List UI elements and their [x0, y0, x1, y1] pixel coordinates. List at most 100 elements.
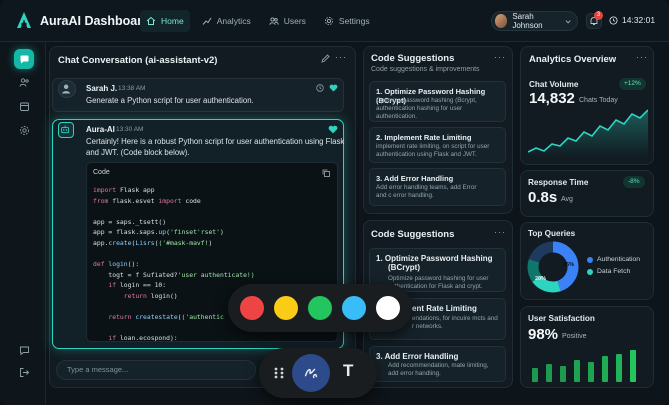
slice-label: 45%: [563, 262, 575, 268]
ai-message-time: 13:30 AM: [116, 126, 144, 133]
gear-icon: [324, 16, 333, 26]
color-swatch-yellow[interactable]: [274, 296, 298, 320]
suggestion-desc: implement rate limiting, on script for u…: [376, 143, 490, 150]
aura-logo-icon: [17, 12, 31, 28]
suggestion-item[interactable]: 3. Add Error Handling Add error handling…: [369, 168, 506, 206]
avatar: [495, 14, 508, 28]
sidebar-item-chat[interactable]: [14, 49, 34, 69]
chat-bubble-icon: [20, 55, 28, 63]
chat-volume-label: Chat Volume: [529, 80, 579, 89]
drag-handle-icon[interactable]: [273, 366, 287, 380]
satisfaction-bars: [532, 350, 636, 382]
notification-badge: 3: [594, 11, 603, 20]
heart-icon[interactable]: [329, 84, 338, 92]
nav-users-label: Users: [283, 16, 306, 26]
edit-icon[interactable]: [321, 54, 330, 63]
heart-icon[interactable]: [328, 125, 338, 134]
chat-volume-value: 14,832: [529, 90, 575, 107]
satisfaction-unit: Positive: [562, 333, 587, 340]
sidebar-item-logout[interactable]: [14, 362, 34, 382]
color-swatch-green[interactable]: [308, 296, 332, 320]
legend-swatch: [587, 256, 593, 263]
suggestion-desc: and c error handling.: [376, 192, 434, 199]
user-name: Sarah Johnson: [512, 12, 543, 30]
suggestion-desc: authentication using Flask and JWT.: [376, 151, 477, 158]
suggestion-desc: authentication.: [376, 113, 417, 120]
suggestion-item[interactable]: 2. Implement Rate Limiting implement rat…: [369, 127, 506, 163]
suggestions-bottom-title: Code Suggestions: [371, 229, 455, 240]
message-input[interactable]: Type a message...: [56, 360, 256, 380]
satisfaction-value: 98%: [528, 326, 559, 343]
suggestion-item[interactable]: 1. Optimize Password Hashing (BCrypt) Op…: [369, 81, 506, 122]
sidebar-item-users[interactable]: [14, 72, 34, 92]
code-label: Code: [93, 169, 110, 176]
suggestion-desc: Add recommendation, mate limiting,: [388, 362, 489, 369]
color-swatch-blue[interactable]: [342, 296, 366, 320]
text-tool-button[interactable]: T: [343, 361, 353, 381]
pen-tool-button[interactable]: [292, 354, 330, 392]
clock-time: 14:32:01: [622, 15, 656, 25]
sidebar-item-feedback[interactable]: [14, 340, 34, 360]
nav-settings[interactable]: Settings: [318, 10, 376, 32]
response-time-label: Response Time: [528, 178, 589, 187]
analytics-title: Analytics Overview: [529, 54, 617, 65]
history-icon[interactable]: [316, 84, 324, 92]
sidebar: [0, 42, 46, 405]
gear-icon: [19, 125, 29, 135]
suggestion-title: 1. Optimize Password Hashing: [376, 254, 493, 263]
ai-message-text-line1: Certainly! Here is a robust Python scrip…: [86, 137, 345, 146]
archive-icon: [19, 102, 29, 111]
suggestion-title: 3. Add Error Handling: [376, 174, 454, 183]
response-time-unit: Avg: [561, 196, 573, 203]
legend-item: Data Fetch: [587, 268, 630, 275]
suggestion-item[interactable]: 3. Add Error Handling Add recommendation…: [369, 346, 506, 382]
chevron-down-icon: [565, 19, 571, 23]
color-swatch-white[interactable]: [376, 296, 400, 320]
suggestion-desc: r networks.: [412, 323, 443, 330]
nav-home-label: Home: [161, 16, 184, 26]
legend-label: Data Fetch: [597, 268, 631, 275]
clock-icon: [609, 15, 618, 25]
clock: 14:32:01: [609, 15, 655, 25]
legend-item: Authentication: [587, 256, 640, 263]
analytics-more-icon[interactable]: ···: [636, 52, 648, 62]
user-avatar-icon: [58, 80, 76, 98]
sidebar-item-archive[interactable]: [14, 96, 34, 116]
top-queries-label: Top Queries: [528, 229, 576, 238]
suggestions-bottom-more-icon[interactable]: ···: [494, 227, 506, 237]
chat-volume-sparkline: [528, 109, 648, 158]
user-menu[interactable]: Sarah Johnson: [491, 11, 578, 31]
legend-label: Authentication: [597, 256, 641, 263]
nav-users[interactable]: Users: [263, 10, 312, 32]
drawing-toolbar: T: [259, 348, 377, 398]
nav-settings-label: Settings: [338, 16, 370, 26]
satisfaction-label: User Satisfaction: [528, 314, 595, 323]
users-icon: [19, 77, 29, 87]
user-message-name: Sarah J.: [86, 84, 118, 93]
main-nav: Home Analytics Users Settings: [140, 10, 376, 32]
response-time-value: 0.8s: [528, 189, 558, 206]
user-message-text: Generate a Python script for user authen…: [86, 96, 254, 105]
nav-home[interactable]: Home: [140, 10, 190, 32]
copy-icon[interactable]: [322, 169, 330, 177]
suggestion-desc: endations, for incuire mcts and: [412, 315, 498, 322]
nav-analytics[interactable]: Analytics: [196, 10, 257, 32]
sidebar-item-settings[interactable]: [14, 120, 34, 140]
user-message-time: 13:38 AM: [118, 85, 146, 92]
app-window: AuraAI Dashboard Home Analytics Users Se…: [0, 0, 669, 405]
suggestion-desc: add error handling.: [388, 370, 441, 377]
ai-message-text-line2: and JWT. (Code block below).: [86, 148, 190, 157]
suggestions-top-subtitle: Code suggestions & improvements: [371, 66, 480, 73]
suggestion-desc: authentication hashing for user: [376, 105, 463, 112]
suggestion-desc: Add error handling teams, add Error: [376, 184, 477, 191]
ai-message-name: Aura-AI: [86, 125, 115, 134]
home-icon: [146, 16, 156, 25]
users-icon: [269, 17, 279, 25]
chat-more-icon[interactable]: ···: [335, 52, 347, 62]
suggestion-title: ent Rate Limiting: [412, 304, 477, 313]
color-swatch-red[interactable]: [240, 296, 264, 320]
suggestions-top-more-icon[interactable]: ···: [494, 52, 506, 62]
suggestion-desc: Optimize password hashing for user: [388, 275, 489, 282]
app-title: AuraAI Dashboard: [40, 14, 150, 28]
chart-icon: [202, 17, 212, 25]
